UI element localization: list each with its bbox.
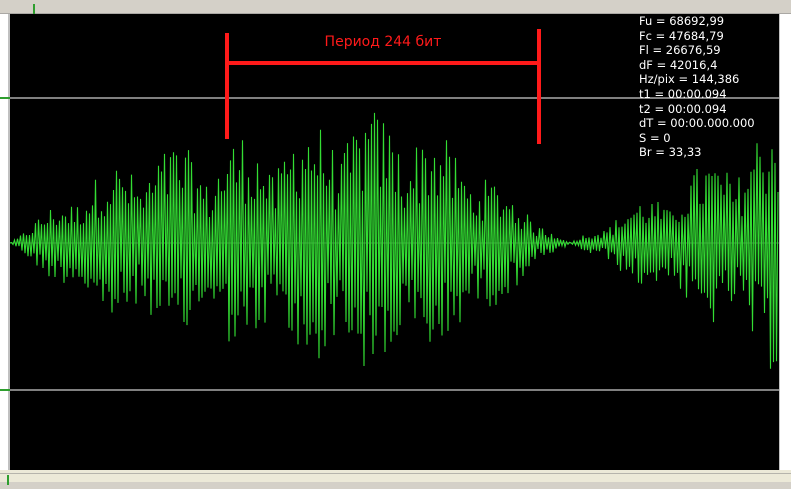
- readout-center-frequency: Fc = 47684,79: [639, 28, 724, 43]
- left-ruler: [0, 14, 10, 470]
- readout-s: S = 0: [639, 130, 671, 145]
- readout-t2: t2 = 00:00.094: [639, 101, 727, 116]
- readout-bandwidth: dF = 42016,4: [639, 57, 718, 72]
- readout-hz-per-pixel: Hz/pix = 144,386: [639, 72, 740, 87]
- readout-br: Br = 33,33: [639, 145, 702, 160]
- bottom-ruler: [0, 472, 791, 485]
- period-label: Период 244 бит: [324, 34, 442, 50]
- signal-plot[interactable]: Период 244 бит Fu = 68692,99 Fc = 47684,…: [10, 14, 779, 470]
- right-strip-border: [778, 14, 780, 470]
- readout-panel: Fu = 68692,99 Fc = 47684,79 Fl = 26676,5…: [639, 14, 779, 160]
- readout-dt: dT = 00:00.000.000: [639, 116, 755, 131]
- readout-lower-frequency: Fl = 26676,59: [639, 43, 721, 58]
- window-top-bar: [0, 0, 791, 15]
- readout-upper-frequency: Fu = 68692,99: [639, 14, 725, 28]
- right-scroll-strip[interactable]: [778, 14, 791, 470]
- left-ruler-ticks: [0, 14, 10, 470]
- window-top-border: [0, 4, 791, 15]
- readout-t1: t1 = 00:00.094: [639, 86, 727, 101]
- window-bottom-bar: [0, 470, 791, 485]
